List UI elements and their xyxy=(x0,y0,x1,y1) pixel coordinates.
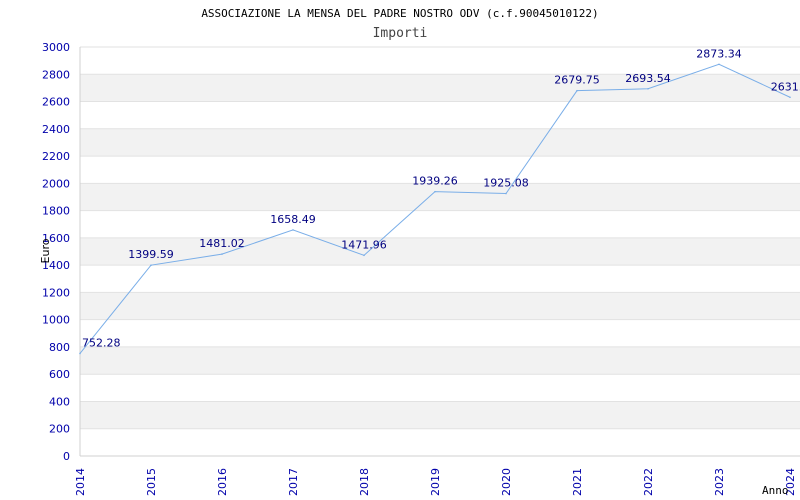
data-point xyxy=(221,253,223,255)
y-tick-label: 800 xyxy=(49,341,70,354)
y-tick-label: 1200 xyxy=(42,286,70,299)
y-axis-title: Euro xyxy=(39,238,52,263)
y-tick-label: 0 xyxy=(63,450,70,463)
x-tick-label: 2014 xyxy=(74,468,87,496)
grid-band xyxy=(80,346,800,375)
data-point xyxy=(576,89,578,92)
data-label: 1481.02 xyxy=(199,237,245,250)
data-point xyxy=(434,190,436,193)
x-axis-title: Anno xyxy=(762,484,789,497)
data-label: 1658.49 xyxy=(270,213,316,226)
y-tick-label: 200 xyxy=(49,423,70,436)
data-point xyxy=(789,96,791,99)
y-tick-label: 2600 xyxy=(42,96,70,109)
data-label: 1399.59 xyxy=(128,248,174,261)
data-point xyxy=(79,352,81,355)
data-point xyxy=(505,192,507,195)
data-point xyxy=(718,63,720,66)
grid-band xyxy=(80,74,800,102)
grid-band xyxy=(80,401,800,429)
data-point xyxy=(150,264,152,266)
x-tick-label: 2017 xyxy=(287,468,300,496)
y-tick-label: 1000 xyxy=(42,314,70,327)
data-label: 1939.26 xyxy=(412,175,458,188)
x-tick-label: 2019 xyxy=(429,468,442,496)
data-point xyxy=(647,87,649,90)
y-tick-label: 600 xyxy=(49,368,70,381)
grid-band xyxy=(80,128,800,157)
y-tick-label: 2000 xyxy=(42,177,70,190)
x-tick-label: 2016 xyxy=(216,468,229,496)
x-tick-label: 2018 xyxy=(358,468,371,496)
y-tick-label: 2200 xyxy=(42,150,70,163)
y-tick-label: 2400 xyxy=(42,123,70,136)
chart: 0200400600800100012001400160018002000220… xyxy=(39,7,800,497)
data-point xyxy=(292,229,294,231)
y-tick-label: 2800 xyxy=(42,68,70,81)
x-tick-label: 2022 xyxy=(642,468,655,496)
x-tick-label: 2015 xyxy=(145,468,158,496)
chart-title: ASSOCIAZIONE LA MENSA DEL PADRE NOSTRO O… xyxy=(201,7,598,20)
x-tick-label: 2021 xyxy=(571,468,584,496)
y-tick-label: 3000 xyxy=(42,41,70,54)
x-tick-label: 2020 xyxy=(500,468,513,496)
grid-band xyxy=(80,237,800,266)
data-label: 1925.08 xyxy=(483,177,529,190)
data-label: 752.28 xyxy=(82,336,121,349)
data-label: 2873.34 xyxy=(696,47,742,60)
grid-band xyxy=(80,292,800,320)
y-tick-label: 1800 xyxy=(42,205,70,218)
x-tick-label: 2023 xyxy=(713,468,726,496)
grid-bands xyxy=(80,74,800,429)
chart-subtitle: Importi xyxy=(373,26,428,41)
data-label: 2679.75 xyxy=(554,74,600,87)
data-label: 2693.54 xyxy=(625,72,671,85)
data-label: 2631.4 xyxy=(771,80,800,93)
y-tick-label: 400 xyxy=(49,395,70,408)
x-tick-labels: 2014 2015 2016 2017 2018 2019 2020 2021 2022 2023… xyxy=(74,468,797,496)
data-label: 1471.96 xyxy=(341,238,387,251)
data-point xyxy=(363,254,365,257)
